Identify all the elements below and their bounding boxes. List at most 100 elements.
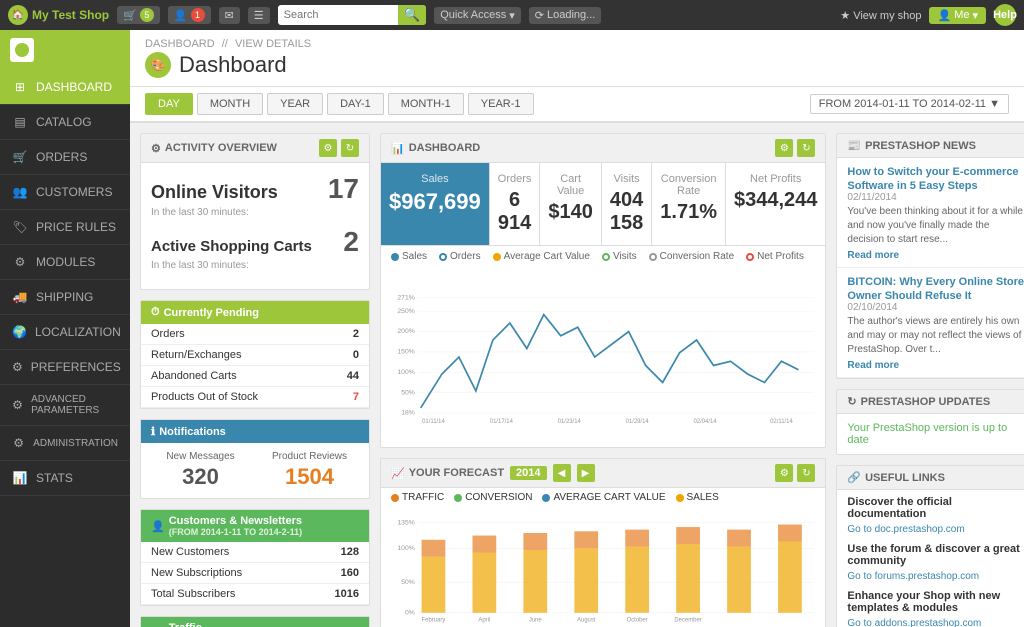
prestashop-updates-header: ↻ PRESTASHOP UPDATES (837, 390, 1024, 414)
search-input[interactable] (278, 7, 398, 23)
prestashop-news-card: 📰 PRESTASHOP NEWS How to Switch your E-c… (836, 133, 1024, 379)
svg-text:01/17/14: 01/17/14 (490, 419, 514, 425)
news-link-2[interactable]: BITCOIN: Why Every Online Store Owner Sh… (847, 276, 1024, 302)
tab-month[interactable]: MONTH (197, 93, 263, 115)
sidebar-item-modules[interactable]: ⚙ MODULES (0, 245, 130, 280)
sidebar-item-catalog[interactable]: ▤ CATALOG (0, 105, 130, 140)
sidebar: ⊞ DASHBOARD ▤ CATALOG 🛒 ORDERS 👥 CUSTOME… (0, 30, 130, 627)
legend-dot-visits (602, 253, 610, 261)
dashboard-settings-btn[interactable]: ⚙ (775, 139, 793, 157)
notifications-card: ℹ Notifications New Messages 320 Product… (140, 419, 370, 499)
currently-pending-header: ⏱ Currently Pending (141, 301, 369, 324)
new-messages-label: New Messages (151, 451, 250, 462)
new-messages-col: New Messages 320 (151, 451, 250, 490)
forecast-legend: TRAFFIC CONVERSION AVERAGE CART VALUE (381, 488, 825, 507)
tab-day[interactable]: DAY (145, 93, 193, 115)
updates-message: Your PrestaShop version is up to date (847, 422, 1007, 446)
localization-icon: 🌍 (12, 324, 27, 340)
notifications-header: ℹ Notifications (141, 420, 369, 443)
sidebar-item-stats[interactable]: 📊 STATS (0, 461, 130, 496)
shop-icon: 🏠 (8, 5, 28, 25)
notifications-body: New Messages 320 Product Reviews 1504 (141, 443, 369, 498)
help-button[interactable]: Help (994, 4, 1016, 26)
news-item-2: BITCOIN: Why Every Online Store Owner Sh… (837, 268, 1024, 378)
sidebar-item-orders[interactable]: 🛒 ORDERS (0, 140, 130, 175)
useful-links-header: 🔗 USEFUL LINKS (837, 466, 1024, 490)
left-column: ⚙ ACTIVITY OVERVIEW ⚙ ↻ Online Visitors … (140, 133, 370, 627)
docs-link[interactable]: Go to doc.prestashop.com (847, 524, 964, 535)
quick-access-btn[interactable]: Quick Access ▾ (434, 7, 521, 24)
addons-link[interactable]: Go to addons.prestashop.com (847, 618, 981, 627)
svg-text:100%: 100% (397, 369, 414, 376)
forecast-legend-avg-cart: AVERAGE CART VALUE (542, 492, 665, 503)
forecast-prev-btn[interactable]: ◀ (553, 464, 571, 482)
updates-icon: ↻ (847, 395, 856, 408)
traffic-card: 👤 Traffic (FROM 2014-1-11 TO 2014-2-11) … (140, 616, 370, 627)
pending-row-returns: Return/Exchanges 0 (141, 345, 369, 366)
sidebar-item-shipping[interactable]: 🚚 SHIPPING (0, 280, 130, 315)
useful-links-body: Discover the official documentation Go t… (837, 490, 1024, 627)
legend-dot-conversion (649, 253, 657, 261)
dashboard-refresh-btn[interactable]: ↻ (797, 139, 815, 157)
sidebar-item-administration[interactable]: ⚙ ADMINISTRATION (0, 426, 130, 461)
read-more-1[interactable]: Read more (847, 250, 899, 261)
preferences-icon: ⚙ (12, 359, 23, 375)
forecast-next-btn[interactable]: ▶ (577, 464, 595, 482)
date-range-picker[interactable]: FROM 2014-01-11 TO 2014-02-11 ▼ (810, 94, 1009, 114)
price-rules-icon: 🏷 (12, 219, 28, 235)
search-button[interactable]: 🔍 (398, 5, 427, 25)
read-more-2[interactable]: Read more (847, 360, 899, 371)
mail-icon-btn[interactable]: ✉ (219, 7, 240, 24)
sidebar-item-label: LOCALIZATION (35, 325, 121, 339)
useful-links-title: USEFUL LINKS (865, 472, 945, 484)
card-actions: ⚙ ↻ (319, 139, 359, 157)
forecast-title: 📈 YOUR FORECAST (391, 467, 504, 480)
svg-text:01/23/14: 01/23/14 (558, 419, 582, 425)
sidebar-item-label: SHIPPING (36, 290, 93, 304)
advanced-params-icon: ⚙ (12, 397, 23, 413)
cart-icon-btn[interactable]: 🛒 5 (117, 6, 160, 24)
svg-text:December: December (674, 617, 701, 623)
tab-day-1[interactable]: DAY-1 (327, 93, 384, 115)
links-icon: 🔗 (847, 471, 861, 484)
sidebar-item-label: DASHBOARD (36, 80, 112, 94)
customers-icon: 👤 (151, 520, 165, 533)
svg-text:01/29/14: 01/29/14 (626, 419, 650, 425)
legend-dot-sales (391, 253, 399, 261)
sidebar-item-localization[interactable]: 🌍 LOCALIZATION (0, 315, 130, 350)
dashboard-card-actions: ⚙ ↻ (775, 139, 815, 157)
menu-icon-btn[interactable]: ☰ (248, 7, 270, 24)
svg-text:01/11/14: 01/11/14 (422, 419, 445, 425)
user-button[interactable]: 👤 Me ▾ (929, 7, 986, 24)
pending-rows: Orders 2 Return/Exchanges 0 Abandoned Ca… (141, 324, 369, 408)
forecast-dot-sales (676, 494, 684, 502)
tab-year[interactable]: YEAR (267, 93, 323, 115)
forum-link[interactable]: Go to forums.prestashop.com (847, 571, 979, 582)
news-link-1[interactable]: How to Switch your E-commerce Software i… (847, 166, 1018, 192)
news-date-1: 02/11/2014 (847, 192, 1024, 203)
activity-overview-title: ⚙ ACTIVITY OVERVIEW (151, 142, 277, 155)
sidebar-item-advanced-params[interactable]: ⚙ ADVANCED PARAMETERS (0, 385, 130, 426)
product-reviews-col: Product Reviews 1504 (260, 451, 359, 490)
user-icon-btn[interactable]: 👤 1 (168, 6, 211, 24)
prestashop-news-header: 📰 PRESTASHOP NEWS (837, 134, 1024, 158)
prestashop-updates-body: Your PrestaShop version is up to date (837, 414, 1024, 454)
view-shop-link[interactable]: ★ View my shop (840, 9, 921, 22)
topbar: 🏠 My Test Shop 🛒 5 👤 1 ✉ ☰ 🔍 Quick Acces… (0, 0, 1024, 30)
logo-icon (10, 38, 34, 62)
sidebar-item-preferences[interactable]: ⚙ PREFERENCES (0, 350, 130, 385)
svg-text:50%: 50% (401, 389, 415, 396)
tab-month-1[interactable]: MONTH-1 (388, 93, 464, 115)
notif-icon: ℹ (151, 425, 155, 438)
svg-text:0%: 0% (405, 609, 415, 616)
sidebar-item-price-rules[interactable]: 🏷 PRICE RULES (0, 210, 130, 245)
forecast-settings-btn[interactable]: ⚙ (775, 464, 793, 482)
news-item-1: How to Switch your E-commerce Software i… (837, 158, 1024, 268)
refresh-btn[interactable]: ↻ (341, 139, 359, 157)
forecast-refresh-btn[interactable]: ↻ (797, 464, 815, 482)
stats-icon: 📊 (12, 470, 28, 486)
sidebar-item-dashboard[interactable]: ⊞ DASHBOARD (0, 70, 130, 105)
sidebar-item-customers[interactable]: 👥 CUSTOMERS (0, 175, 130, 210)
settings-btn[interactable]: ⚙ (319, 139, 337, 157)
tab-year-1[interactable]: YEAR-1 (468, 93, 534, 115)
